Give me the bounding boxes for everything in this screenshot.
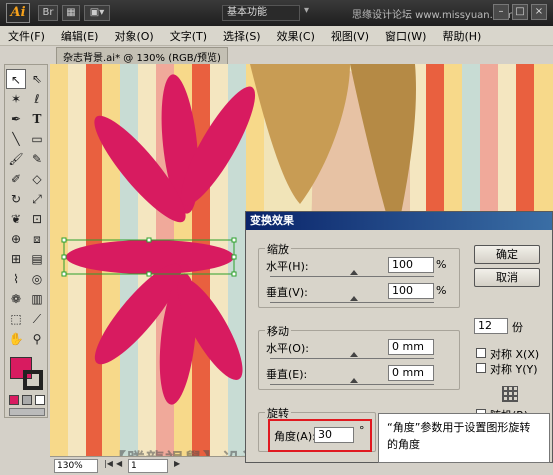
minimize-icon[interactable]: – [493, 4, 509, 20]
bridge-button[interactable]: Br [38, 5, 58, 21]
tools-panel: ↖ ⇖ ✶ ℓ ✒ T ╲ ▭ 🖌 ✎ ✐ ◇ ↻ ⤢ ❦ ⊡ ⊕ ⧈ ⊞ ▤ … [4, 64, 48, 418]
pen-icon[interactable]: ✒ [6, 109, 26, 129]
magic-wand-icon[interactable]: ✶ [6, 89, 26, 109]
top-watermark: 思缘设计论坛 www.missyuan.com [352, 10, 515, 21]
next-page-icon[interactable]: ▶ [174, 459, 180, 468]
workspace-dropdown-icon[interactable]: ▾ [304, 5, 318, 21]
menu-window[interactable]: 窗口(W) [385, 28, 426, 44]
zoom-icon[interactable]: ⚲ [27, 329, 47, 349]
cancel-button[interactable]: 取消 [474, 268, 540, 287]
document-tab[interactable]: 杂志背景.ai* @ 130% (RGB/预览) [56, 47, 228, 64]
scale-v-input[interactable]: 100 [388, 283, 434, 299]
scale-label: 缩放 [265, 241, 291, 257]
gradient-icon[interactable]: ▤ [27, 249, 47, 269]
eyedropper-icon[interactable]: ⌇ [6, 269, 26, 289]
arrange-docs-button[interactable]: ▦ [62, 5, 80, 21]
menu-bar: 文件(F) 编辑(E) 对象(O) 文字(T) 选择(S) 效果(C) 视图(V… [0, 26, 553, 46]
scale-v-label: 垂直(V): [266, 286, 308, 299]
line-icon[interactable]: ╲ [6, 129, 26, 149]
menu-effect[interactable]: 效果(C) [277, 28, 315, 44]
page-field[interactable]: 1 [128, 459, 168, 473]
reflect-y-checkbox[interactable] [476, 363, 486, 373]
none-mode-icon[interactable] [35, 395, 45, 405]
angle-callout: “角度”参数用于设置图形旋转的角度 [378, 413, 550, 463]
slice-icon[interactable]: ⟋ [27, 309, 47, 329]
free-transform-icon[interactable]: ⊡ [27, 209, 47, 229]
move-h-slider[interactable] [270, 358, 434, 359]
first-page-icon[interactable]: |◀ [104, 459, 113, 468]
mesh-icon[interactable]: ⊞ [6, 249, 26, 269]
scale-icon[interactable]: ⤢ [27, 189, 47, 209]
perspective-icon[interactable]: ⧈ [27, 229, 47, 249]
move-h-slider-thumb[interactable] [350, 352, 358, 357]
menu-object[interactable]: 对象(O) [114, 28, 153, 44]
artboard-icon[interactable]: ⬚ [6, 309, 26, 329]
ai-logo: Ai [6, 3, 30, 23]
close-icon[interactable]: × [531, 4, 547, 20]
move-label: 移动 [265, 323, 291, 339]
scale-h-slider[interactable] [270, 276, 434, 277]
maximize-icon[interactable]: □ [512, 4, 528, 20]
draw-mode-icon[interactable] [9, 408, 45, 416]
direct-selection-icon[interactable]: ⇖ [27, 69, 47, 89]
shape-builder-icon[interactable]: ⊕ [6, 229, 26, 249]
type-icon[interactable]: T [27, 109, 47, 129]
scale-v-slider[interactable] [270, 302, 434, 303]
pencil-icon[interactable]: ✎ [27, 149, 47, 169]
stroke-swatch[interactable] [23, 370, 43, 390]
workspace-switcher[interactable]: 基本功能 [222, 5, 300, 21]
scale-h-slider-thumb[interactable] [350, 270, 358, 275]
move-h-input[interactable]: 0 mm [388, 339, 434, 355]
blend-icon[interactable]: ◎ [27, 269, 47, 289]
move-v-input[interactable]: 0 mm [388, 365, 434, 381]
move-h-label: 水平(O): [266, 342, 309, 355]
zoom-field[interactable]: 130% [54, 459, 98, 473]
move-v-label: 垂直(E): [266, 368, 308, 381]
menu-view[interactable]: 视图(V) [331, 28, 369, 44]
app-title-bar: Ai Br ▦ ▣▾ 基本功能 ▾ 思缘设计论坛 www.missyuan.co… [0, 0, 553, 26]
screen-mode-button[interactable]: ▣▾ [84, 5, 110, 21]
eraser-icon[interactable]: ◇ [27, 169, 47, 189]
scale-h-label: 水平(H): [266, 260, 309, 273]
color-mode-icon[interactable] [9, 395, 19, 405]
dialog-title: 变换效果 [246, 212, 552, 230]
menu-select[interactable]: 选择(S) [223, 28, 261, 44]
reflect-y-label: 对称 Y(Y) [490, 363, 538, 376]
reference-point-icon[interactable] [502, 386, 518, 402]
reflect-x-label: 对称 X(X) [490, 348, 540, 361]
warp-icon[interactable]: ❦ [6, 209, 26, 229]
move-v-slider-thumb[interactable] [350, 378, 358, 383]
menu-file[interactable]: 文件(F) [8, 28, 45, 44]
angle-highlight-box [268, 419, 372, 452]
selection-tool-icon[interactable]: ↖ [6, 69, 26, 89]
blob-brush-icon[interactable]: ✐ [6, 169, 26, 189]
prev-page-icon[interactable]: ◀ [116, 459, 122, 468]
lasso-icon[interactable]: ℓ [27, 89, 47, 109]
scale-v-unit: % [436, 284, 447, 297]
move-v-slider[interactable] [270, 384, 434, 385]
scale-h-unit: % [436, 258, 447, 271]
paintbrush-icon[interactable]: 🖌 [6, 149, 26, 169]
window-controls: – □ × [493, 4, 547, 20]
menu-type[interactable]: 文字(T) [170, 28, 207, 44]
gradient-mode-icon[interactable] [22, 395, 32, 405]
menu-edit[interactable]: 编辑(E) [61, 28, 99, 44]
menu-help[interactable]: 帮助(H) [442, 28, 481, 44]
rotate-icon[interactable]: ↻ [6, 189, 26, 209]
copies-input[interactable]: 12 [474, 318, 508, 334]
rectangle-icon[interactable]: ▭ [27, 129, 47, 149]
column-graph-icon[interactable]: ▥ [27, 289, 47, 309]
symbol-sprayer-icon[interactable]: ❁ [6, 289, 26, 309]
scale-v-slider-thumb[interactable] [350, 296, 358, 301]
scale-h-input[interactable]: 100 [388, 257, 434, 273]
copies-label: 份 [512, 321, 523, 334]
reflect-x-checkbox[interactable] [476, 348, 486, 358]
hand-icon[interactable]: ✋ [6, 329, 26, 349]
ok-button[interactable]: 确定 [474, 245, 540, 264]
